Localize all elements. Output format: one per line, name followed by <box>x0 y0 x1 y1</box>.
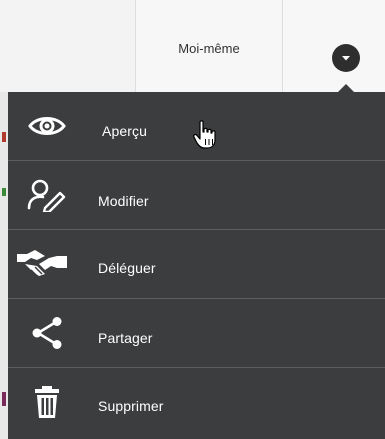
trash-icon <box>24 382 70 422</box>
table-row: Moi-même <box>0 0 385 93</box>
menu-item-partager[interactable]: Partager <box>8 299 385 367</box>
menu-item-label: Modifier <box>98 193 149 209</box>
edge-marker <box>2 392 6 406</box>
edge-marker <box>2 188 6 196</box>
menu-item-label: Partager <box>98 330 153 346</box>
owner-label: Moi-même <box>178 40 240 56</box>
actions-cell <box>283 0 385 92</box>
hand-cursor-icon <box>193 120 216 149</box>
owner-cell: Moi-même <box>136 0 283 92</box>
edge-marker <box>2 132 6 142</box>
menu-item-label: Supprimer <box>98 398 164 414</box>
menu-item-supprimer[interactable]: Supprimer <box>8 368 385 436</box>
menu-item-modifier[interactable]: Modifier <box>8 161 385 229</box>
table-cell <box>0 0 136 92</box>
chevron-down-icon <box>342 56 350 61</box>
edit-user-icon <box>24 175 70 215</box>
handshake-icon <box>14 244 70 284</box>
eye-icon <box>24 106 70 146</box>
actions-dropdown-button[interactable] <box>332 44 360 72</box>
share-icon <box>24 313 70 353</box>
menu-item-label: Déléguer <box>98 260 156 276</box>
page-edge <box>0 92 8 439</box>
menu-item-label: Aperçu <box>102 123 147 139</box>
menu-item-deleguer[interactable]: Déléguer <box>8 230 385 298</box>
